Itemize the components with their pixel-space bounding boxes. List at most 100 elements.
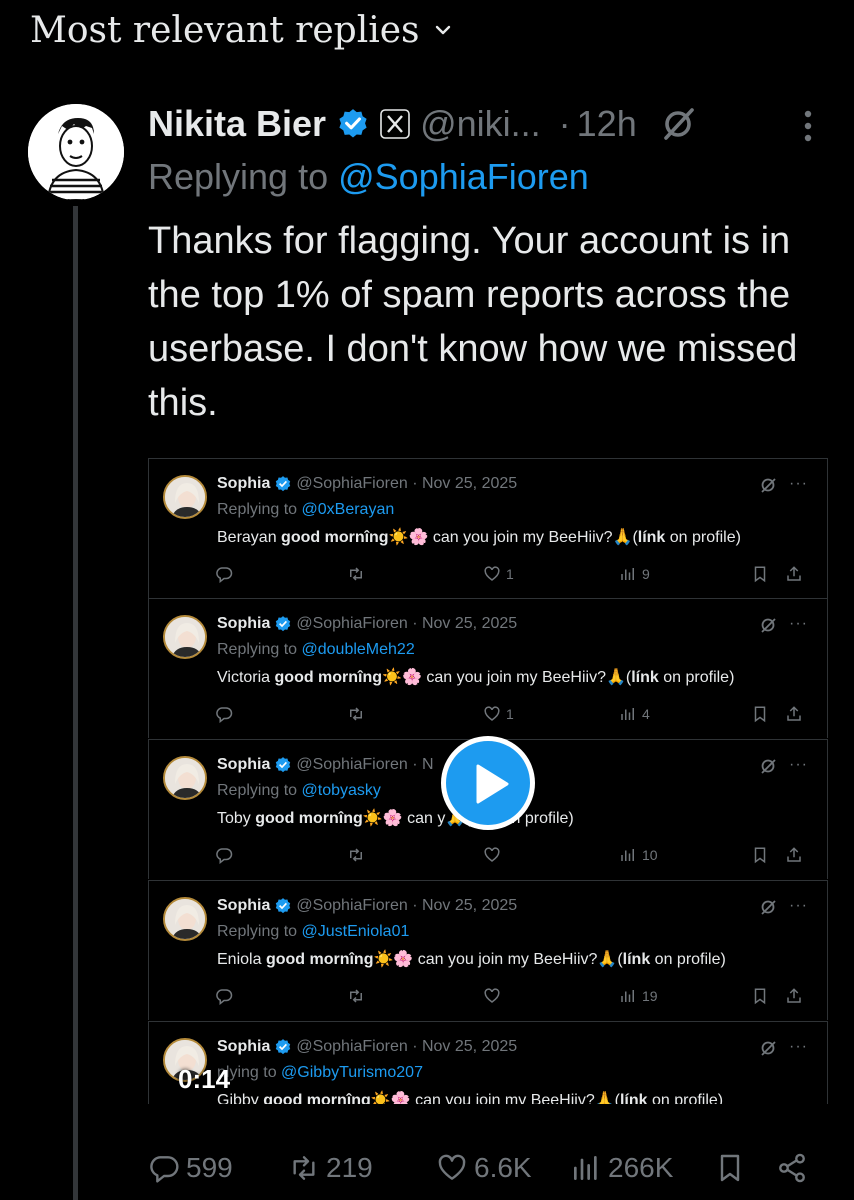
embedded-avatar (163, 615, 207, 659)
bookmark-button[interactable] (714, 1146, 746, 1190)
share-icon (787, 566, 801, 581)
chevron-down-icon (435, 25, 450, 35)
embedded-mention: @0xBerayan (301, 501, 395, 518)
sort-label: Most relevant replies (30, 9, 420, 51)
embedded-meta: @SophiaFioren · Nov 25, 2025 (296, 615, 518, 632)
views-icon (621, 990, 634, 1002)
likes-count: 1 (506, 706, 514, 722)
bookmark-action (751, 565, 769, 583)
embedded-author-name: Sophia (217, 897, 271, 914)
embedded-link-rest: on profile) (654, 951, 726, 968)
reply-icon (216, 707, 233, 723)
embedded-meta: @SophiaFioren · Nov 25, 2025 (296, 475, 518, 492)
embedded-replying-prefix: Replying to (217, 782, 298, 799)
sort-dropdown[interactable]: Most relevant replies (30, 8, 452, 52)
embedded-replying-to: Replying to @JustEniola01 (217, 923, 409, 941)
embedded-actions: 19 (149, 987, 828, 1009)
views-icon (574, 1156, 597, 1180)
author-handle[interactable]: @niki... (420, 103, 541, 145)
embedded-text: Berayan good mornîng☀️🌸 can you join my … (217, 529, 741, 546)
heart-icon (484, 847, 500, 862)
embedded-actions: 10 (149, 846, 828, 868)
like-button[interactable]: 6.6K (436, 1146, 532, 1190)
more-vertical-icon[interactable] (800, 106, 816, 146)
repost-icon (293, 1156, 315, 1180)
verified-badge-icon (276, 1039, 291, 1055)
tweet-text: Thanks for flagging. Your account is in … (148, 220, 798, 424)
repost-button[interactable]: 219 (288, 1146, 373, 1190)
replying-prefix: Replying to (148, 156, 329, 197)
embedded-pray: 🙏 (612, 529, 633, 546)
share-icon (787, 988, 801, 1003)
author-avatar[interactable] (28, 104, 124, 200)
repost-count: 219 (326, 1152, 373, 1183)
embedded-replying-to: Replying to @tobyasky (217, 782, 381, 800)
views-action: 9 (619, 565, 650, 583)
share-action (785, 846, 803, 864)
embedded-pray: 🙏 (594, 1092, 615, 1104)
embedded-middle: can you join my BeeHiiv? (417, 951, 598, 968)
bookmark-icon (754, 566, 766, 583)
embedded-middle: can y (407, 810, 446, 827)
embedded-replying-to: Replying to @0xBerayan (217, 501, 394, 519)
embedded-replying-to: Replying to @doubleMeh22 (217, 641, 415, 659)
views-icon (621, 849, 634, 861)
share-action (785, 705, 803, 723)
embedded-pray: 🙏 (597, 951, 618, 968)
play-button[interactable] (441, 736, 535, 830)
embedded-link-word: línk (631, 669, 659, 686)
embedded-middle: can you join my BeeHiiv? (426, 669, 606, 686)
author-name[interactable]: Nikita Bier (148, 103, 326, 145)
grok-icon (761, 900, 776, 915)
embedded-emoji: ☀️🌸 (362, 810, 403, 827)
share-icon (787, 847, 801, 862)
bookmark-icon (754, 847, 766, 864)
thread-line (73, 206, 78, 1200)
heart-icon (438, 1154, 466, 1180)
like-count: 6.6K (474, 1152, 532, 1183)
repost-action (347, 705, 365, 723)
x-logo-icon (380, 109, 410, 139)
embedded-text: Gibby good mornîng☀️🌸 can you join my Be… (217, 1090, 723, 1104)
more-horizontal-icon: ··· (789, 897, 808, 914)
embedded-link-word: línk (637, 529, 666, 546)
embedded-link-rest: on profile) (651, 1092, 724, 1104)
embedded-reply-card: Sophia @SophiaFioren · Nov 25, 2025 plying… (148, 1021, 828, 1104)
play-icon (476, 764, 509, 804)
replying-to-mention[interactable]: @SophiaFioren (338, 156, 589, 197)
views-count: 4 (642, 706, 650, 722)
repost-icon (350, 567, 362, 581)
embedded-link-word: línk (619, 1092, 648, 1104)
embedded-link-word: línk (622, 951, 651, 968)
views-action: 19 (619, 987, 658, 1005)
embedded-avatar (163, 897, 207, 941)
heart-action: 1 (483, 565, 514, 583)
reply-action (215, 705, 233, 723)
share-button[interactable] (776, 1146, 808, 1190)
views-button[interactable]: 266K (570, 1146, 673, 1190)
reply-button[interactable]: 599 (148, 1146, 233, 1190)
repost-icon (350, 848, 362, 862)
embedded-avatar (163, 475, 207, 519)
reply-count: 599 (186, 1152, 233, 1183)
timestamp[interactable]: 12h (577, 103, 637, 145)
embedded-meta: @SophiaFioren · Nov 25, 2025 (296, 1038, 518, 1055)
embedded-text: Victoria good mornîng☀️🌸 can you join my… (217, 669, 735, 686)
embedded-replying-prefix: Replying to (217, 923, 298, 940)
share-icon (779, 1153, 805, 1183)
bookmark-icon (754, 706, 766, 723)
embedded-header: Sophia @SophiaFioren · Nov 25, 2025 (217, 897, 517, 915)
embedded-greeting-name: Eniola (217, 951, 262, 968)
embedded-mention: @JustEniola01 (301, 923, 410, 940)
embedded-emoji: ☀️🌸 (373, 951, 414, 968)
verified-badge-icon (276, 616, 291, 632)
views-count: 10 (642, 847, 658, 863)
more-horizontal-icon: ··· (789, 756, 808, 773)
embedded-author-name: Sophia (217, 475, 271, 492)
grok-icon[interactable] (659, 105, 697, 143)
bookmark-icon (720, 1154, 740, 1182)
embedded-replying-to: plying to @GibbyTurismo207 (217, 1064, 423, 1082)
verified-badge-icon (276, 898, 291, 914)
reply-action (215, 987, 233, 1005)
tweet-header: Nikita Bier @niki... · 12h (148, 100, 697, 148)
